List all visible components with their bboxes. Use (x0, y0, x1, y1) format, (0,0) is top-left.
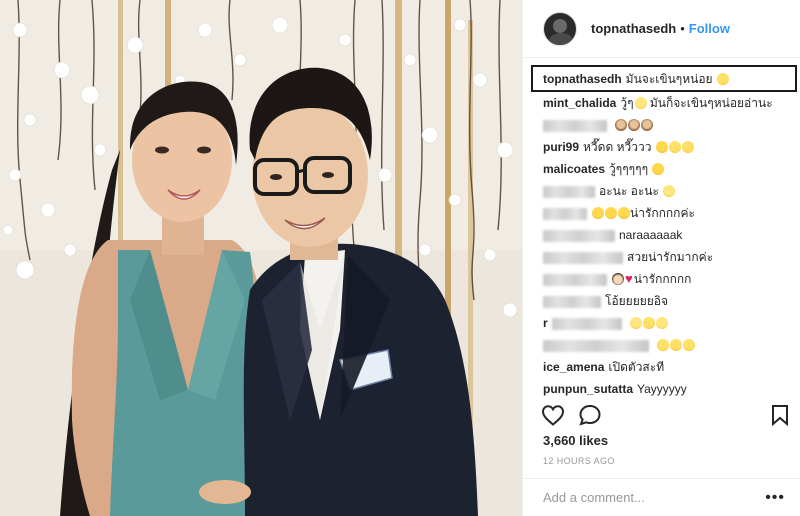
comment-item: โอ้ยยยยยอิจ (543, 294, 668, 308)
comment-text: naraaaaaak (619, 228, 683, 242)
avatar[interactable] (543, 11, 577, 46)
grimace-emoji-icon (716, 73, 729, 85)
comment-item: r (543, 316, 669, 330)
instagram-post: topnathasedh • Follow topnathasedh มันจะเ… (0, 0, 800, 516)
comment-username[interactable]: ice_amena (543, 360, 604, 374)
blurred-username (543, 273, 607, 286)
heart-outline-icon[interactable] (541, 404, 565, 431)
heart-eyes-emoji-icon (652, 163, 665, 175)
see-no-evil-monkey-icon (615, 119, 628, 131)
blurred-username (551, 317, 622, 330)
comment-text: Yayyyyyy (637, 382, 687, 396)
grin-emoji-icon (668, 141, 681, 153)
comments-list[interactable]: topnathasedh มันจะเขินๆหน่อย mint_chalida… (523, 58, 800, 398)
smile-emoji-icon (630, 317, 643, 329)
bookmark-icon[interactable] (771, 404, 789, 431)
post-timestamp[interactable]: 12 HOURS AGO (543, 456, 615, 466)
comment-item: malicoates วู้ๆๆๆๆๆ (543, 162, 665, 176)
caption-text: มันจะเขินๆหน่อย (625, 72, 713, 86)
couple-photo (0, 0, 522, 516)
comment-text: เปิดตัวสะที (608, 360, 665, 374)
smile-emoji-icon (656, 317, 669, 329)
caption-username[interactable]: topnathasedh (543, 72, 622, 86)
smile-emoji-icon (634, 97, 647, 109)
comment-item: puri99 หวี๊ดด หวี๊ววว (543, 140, 694, 154)
comment-username[interactable]: malicoates (543, 162, 605, 176)
comment-item: น่ารักกกกค่ะ (543, 206, 695, 220)
blurred-username (543, 207, 587, 220)
comment-text: มันก็จะเขินๆหน่อยอ่านะ (649, 96, 773, 110)
follow-button[interactable]: Follow (689, 21, 730, 36)
grimace-emoji-icon (657, 339, 670, 351)
comment-item: ice_amena เปิดตัวสะที (543, 360, 664, 374)
comment-text: วู้ๆ (620, 96, 634, 110)
post-actions (523, 398, 800, 432)
heart-eyes-emoji-icon (655, 141, 668, 153)
blurred-username (543, 295, 601, 308)
comment-item (543, 118, 654, 132)
post-header: topnathasedh • Follow (523, 0, 800, 58)
comment-text: อะนะ อะนะ (599, 184, 659, 198)
woman-emoji-icon (612, 273, 624, 285)
comment-username[interactable]: mint_chalida (543, 96, 616, 110)
grimace-emoji-icon (683, 339, 696, 351)
comment-text: น่ารักกกกค่ะ (630, 206, 695, 220)
comment-text: สวยน่ารักมากค่ะ (627, 250, 714, 264)
grin-emoji-icon (681, 141, 694, 153)
see-no-evil-monkey-icon (628, 119, 641, 131)
post-photo[interactable] (0, 0, 522, 516)
blurred-username (543, 251, 623, 264)
heart-eyes-emoji-icon (605, 207, 617, 219)
add-comment-bar: ••• (523, 478, 800, 516)
caption: topnathasedh มันจะเขินๆหน่อย (543, 72, 729, 86)
heart-eyes-emoji-icon (592, 207, 604, 219)
blurred-username (543, 185, 595, 198)
more-options-icon[interactable]: ••• (765, 489, 785, 507)
comment-item: สวยน่ารักมากค่ะ (543, 250, 713, 264)
heart-eyes-emoji-icon (618, 207, 630, 219)
comment-item: mint_chalida วู้ๆ มันก็จะเขินๆหน่อยอ่านะ (543, 96, 773, 110)
comment-text: โอ้ยยยยยอิจ (605, 294, 669, 308)
see-no-evil-monkey-icon (641, 119, 654, 131)
red-heart-icon: ♥ (625, 271, 633, 286)
add-comment-input[interactable] (543, 490, 753, 505)
comment-item (543, 338, 696, 352)
blurred-username (543, 229, 615, 242)
comment-item: ♥น่ารักกกกก (543, 272, 691, 286)
comment-item: อะนะ อะนะ (543, 184, 676, 198)
comment-item: naraaaaaak (543, 228, 682, 242)
comment-username[interactable]: r (543, 316, 548, 330)
smile-emoji-icon (663, 185, 676, 197)
blurred-username (543, 119, 607, 132)
comment-username[interactable]: punpun_sutatta (543, 382, 633, 396)
comment-text: หวี๊ดด หวี๊ววว (583, 140, 652, 154)
comment-item: punpun_sutatta Yayyyyyy (543, 382, 687, 396)
grimace-emoji-icon (670, 339, 683, 351)
likes-count[interactable]: 3,660 likes (543, 433, 608, 448)
post-side-panel: topnathasedh • Follow topnathasedh มันจะเ… (522, 0, 800, 516)
header-username[interactable]: topnathasedh (591, 21, 676, 36)
comment-text: น่ารักกกกก (633, 272, 692, 286)
comment-username[interactable]: puri99 (543, 140, 579, 154)
separator-dot: • (680, 21, 685, 36)
blurred-username (543, 339, 649, 352)
speech-bubble-icon[interactable] (578, 404, 602, 431)
comment-text: วู้ๆๆๆๆๆ (609, 162, 649, 176)
grin-emoji-icon (643, 317, 656, 329)
